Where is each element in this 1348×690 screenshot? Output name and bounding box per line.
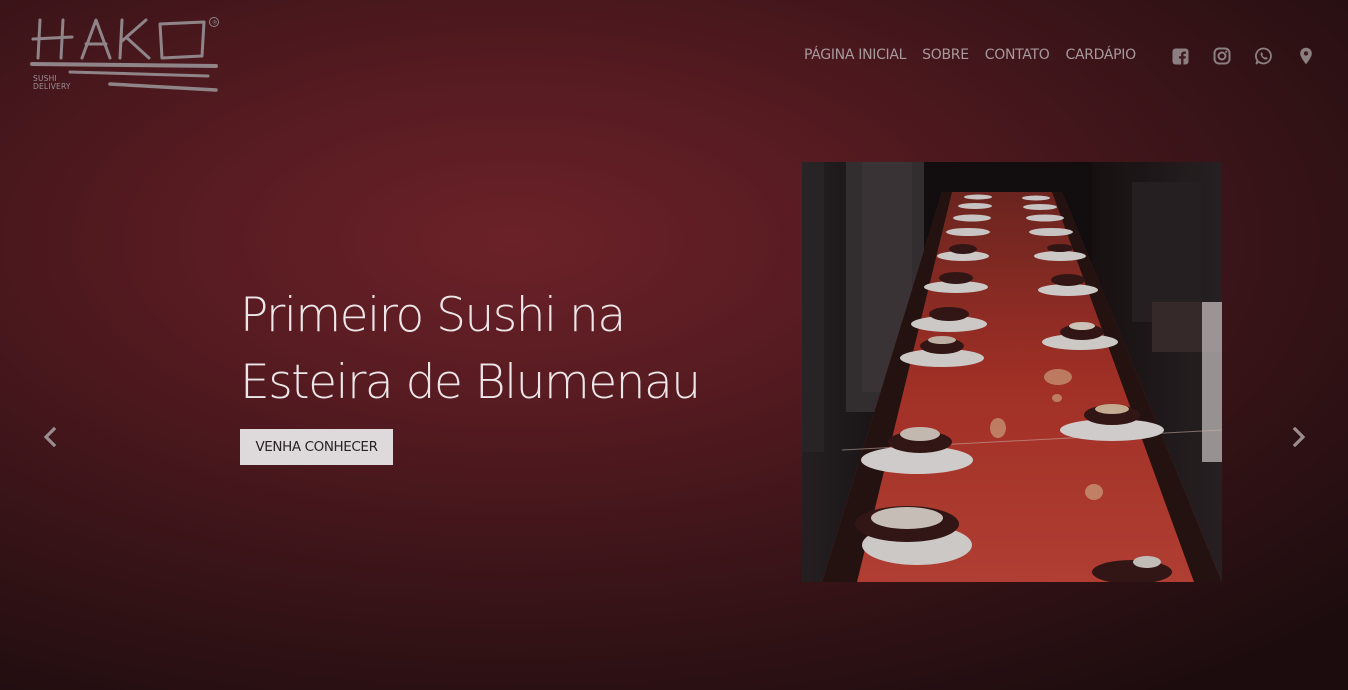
social-links (1170, 46, 1316, 66)
instagram-icon[interactable] (1212, 46, 1232, 66)
map-marker-icon[interactable] (1296, 46, 1316, 66)
carousel-prev-arrow[interactable] (39, 426, 61, 448)
registered-mark: ® (212, 20, 218, 27)
whatsapp-icon[interactable] (1254, 46, 1274, 66)
nav-item-home[interactable]: PÁGINA INICIAL (804, 47, 906, 63)
facebook-icon[interactable] (1170, 46, 1190, 66)
main-nav: PÁGINA INICIAL SOBRE CONTATO CARDÁPIO (804, 47, 1136, 63)
venha-conhecer-button[interactable]: VENHA CONHECER (240, 429, 393, 465)
nav-item-about[interactable]: SOBRE (922, 47, 969, 63)
nav-item-contact[interactable]: CONTATO (985, 47, 1050, 63)
logo[interactable]: ® SUSHI DELIVERY (30, 14, 225, 96)
hero-headline: Primeiro Sushi na Esteira de Blumenau (240, 282, 701, 416)
chevron-left-icon (43, 427, 57, 447)
sushi-conveyor-photo (802, 162, 1222, 582)
hero-headline-line1: Primeiro Sushi na (240, 288, 626, 343)
hero-headline-line2: Esteira de Blumenau (240, 355, 701, 410)
logo-tagline-line2: DELIVERY (33, 82, 71, 91)
chevron-right-icon (1292, 427, 1306, 447)
carousel-next-arrow[interactable] (1288, 426, 1310, 448)
nav-item-menu[interactable]: CARDÁPIO (1065, 47, 1136, 63)
logo-tagline: SUSHI DELIVERY (33, 75, 71, 91)
